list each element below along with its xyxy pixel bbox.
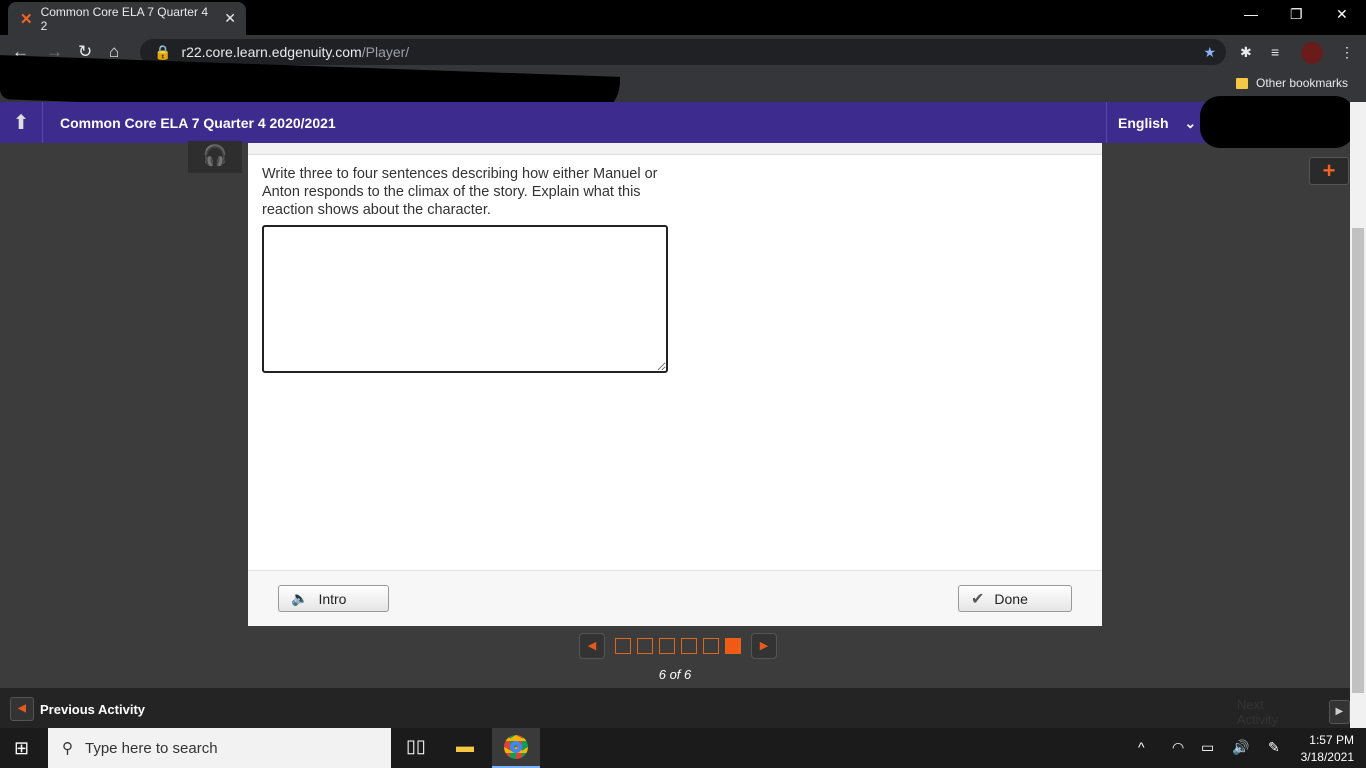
date: 3/18/2021	[1300, 750, 1354, 764]
close-window-icon[interactable]: ✕	[1336, 6, 1348, 23]
chevron-right-icon: ▶	[1328, 700, 1350, 724]
lock-icon: 🔒	[154, 43, 172, 60]
chrome-taskbar-icon[interactable]	[492, 728, 540, 768]
page-square[interactable]	[725, 638, 741, 654]
scrollbar-thumb[interactable]	[1352, 228, 1364, 693]
panel-footer: 🔈 Intro ✔ Done	[248, 570, 1102, 626]
next-activity-label: Next Activity	[1237, 697, 1279, 727]
restore-icon[interactable]: ❐	[1290, 6, 1303, 23]
page-square[interactable]	[615, 638, 631, 654]
menu-icon[interactable]: ⋮	[1340, 44, 1354, 61]
speaker-icon: 🔈	[291, 590, 309, 606]
edgenuity-logo-icon: ✕	[20, 10, 33, 28]
activity-panel: Write three to four sentences describing…	[248, 143, 1102, 626]
bookmark-star-icon[interactable]: ★	[1203, 44, 1216, 61]
clock[interactable]: 1:57 PM 3/18/2021	[1300, 732, 1354, 766]
taskbar: ⊞ ⚲ Type here to search ▯▯ ▬ ^ ◠ ▭ 🔊 ✎ 1:…	[0, 728, 1366, 768]
pager-prev-button[interactable]: ◀	[579, 633, 605, 659]
media-icon[interactable]: ≡	[1271, 44, 1279, 60]
done-label: Done	[994, 590, 1028, 607]
pager: ◀ ▶	[575, 633, 781, 659]
battery-icon[interactable]: ▭	[1201, 739, 1214, 756]
search-placeholder: Type here to search	[85, 739, 218, 757]
language-label: English	[1118, 115, 1169, 131]
other-bookmarks[interactable]: Other bookmarks	[1236, 76, 1348, 90]
page-square[interactable]	[681, 638, 697, 654]
previous-activity-label: Previous Activity	[40, 701, 146, 717]
tab-title: Common Core ELA 7 Quarter 4 2	[40, 4, 208, 33]
taskbar-search[interactable]: ⚲ Type here to search	[48, 728, 391, 768]
redaction	[1200, 96, 1355, 148]
checkmark-icon: ✔	[971, 590, 985, 608]
close-tab-icon[interactable]: ✕	[224, 10, 236, 27]
minimize-icon[interactable]: —	[1244, 6, 1258, 22]
language-select[interactable]: English ⌄	[1106, 102, 1202, 143]
url-host: r22.core.learn.edgenuity.com	[181, 44, 362, 60]
answer-textarea[interactable]	[262, 225, 668, 373]
url-path: /Player/	[361, 44, 410, 60]
intro-label: Intro	[318, 590, 347, 607]
headphones-button[interactable]: 🎧	[188, 141, 242, 173]
avatar[interactable]	[1301, 42, 1323, 64]
folder-icon	[1236, 77, 1248, 89]
search-icon: ⚲	[62, 740, 73, 757]
plus-icon: +	[1322, 158, 1336, 183]
url-input[interactable]: 🔒 r22.core.learn.edgenuity.com/Player/ ★	[140, 39, 1226, 65]
volume-icon[interactable]: 🔊	[1232, 739, 1249, 756]
previous-activity-button[interactable]: ◀ Previous Activity	[10, 697, 145, 721]
activity-nav-bar: ◀ Previous Activity Next Activity ▶	[0, 688, 1350, 728]
extensions-icon[interactable]: ✱	[1240, 44, 1252, 61]
chevron-down-icon: ⌄	[1184, 115, 1197, 131]
windows-start-icon[interactable]: ⊞	[14, 738, 29, 759]
intro-button[interactable]: 🔈 Intro	[278, 585, 389, 612]
time: 1:57 PM	[1309, 733, 1354, 747]
pager-next-button[interactable]: ▶	[751, 633, 777, 659]
wifi-icon[interactable]: ◠	[1172, 739, 1184, 756]
other-bookmarks-label: Other bookmarks	[1256, 76, 1349, 90]
next-activity-button[interactable]: Next Activity ▶	[1237, 697, 1350, 727]
page-square[interactable]	[637, 638, 653, 654]
page-count: 6 of 6	[658, 667, 692, 682]
file-explorer-icon[interactable]: ▬	[456, 736, 474, 757]
page-square[interactable]	[703, 638, 719, 654]
chevron-up-icon[interactable]: ^	[1138, 739, 1145, 755]
tab-bar: ✕ Common Core ELA 7 Quarter 4 2 ✕ — ❐ ✕	[0, 0, 1366, 35]
expand-button[interactable]: +	[1309, 157, 1349, 185]
headphones-icon: 🎧	[202, 145, 228, 167]
task-view-icon[interactable]: ▯▯	[406, 736, 426, 757]
pen-icon[interactable]: ✎	[1268, 739, 1280, 756]
home-button[interactable]: ⬆	[0, 102, 43, 143]
chevron-left-icon: ◀	[10, 697, 34, 721]
done-button[interactable]: ✔ Done	[958, 585, 1072, 612]
home-icon: ⬆	[12, 112, 30, 134]
question-prompt: Write three to four sentences describing…	[262, 166, 658, 218]
browser-tab[interactable]: ✕ Common Core ELA 7 Quarter 4 2 ✕	[8, 2, 246, 35]
page-square[interactable]	[659, 638, 675, 654]
course-header: ⬆ Common Core ELA 7 Quarter 4 2020/2021 …	[0, 102, 1350, 143]
course-title: Common Core ELA 7 Quarter 4 2020/2021	[60, 115, 336, 131]
